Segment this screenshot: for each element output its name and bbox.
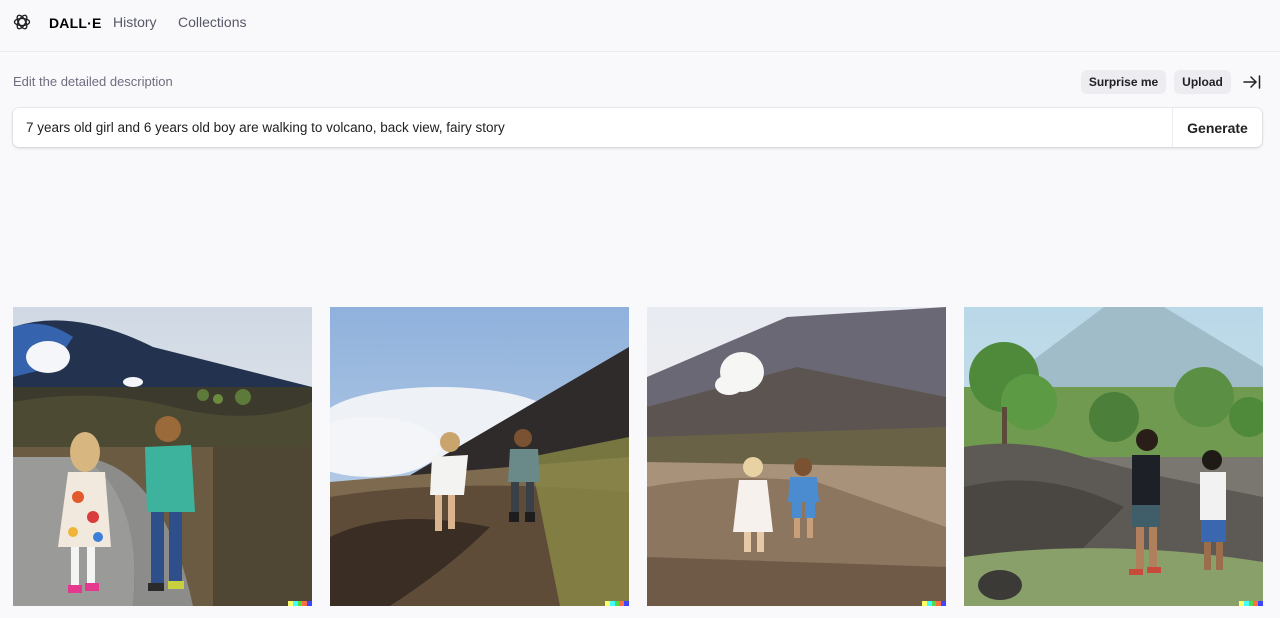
openai-logo-icon[interactable]	[12, 12, 32, 32]
upload-button[interactable]: Upload	[1174, 70, 1231, 94]
dalle-signature	[922, 601, 946, 606]
result-image-2[interactable]	[330, 307, 629, 606]
collapse-panel-icon[interactable]	[1243, 74, 1261, 90]
prompt-box: Generate	[13, 108, 1262, 147]
result-image-4[interactable]	[964, 307, 1263, 606]
top-bar: DALL·E History Collections	[0, 0, 1280, 52]
prompt-input[interactable]	[13, 108, 1172, 147]
dalle-signature	[605, 601, 629, 606]
nav-history[interactable]: History	[113, 14, 157, 30]
image-children-dark-slope	[330, 307, 629, 606]
brand-title[interactable]: DALL·E	[49, 15, 102, 31]
dalle-signature	[288, 601, 312, 606]
image-girl-boy-path-volcano	[13, 307, 312, 606]
dalle-signature	[1239, 601, 1263, 606]
surprise-me-button[interactable]: Surprise me	[1081, 70, 1166, 94]
description-label: Edit the detailed description	[13, 74, 173, 89]
result-image-1[interactable]	[13, 307, 312, 606]
result-image-3[interactable]	[647, 307, 946, 606]
image-children-dirt-path-volcano	[647, 307, 946, 606]
generate-button[interactable]: Generate	[1173, 108, 1262, 147]
nav-collections[interactable]: Collections	[178, 14, 246, 30]
image-children-lava-field	[964, 307, 1263, 606]
